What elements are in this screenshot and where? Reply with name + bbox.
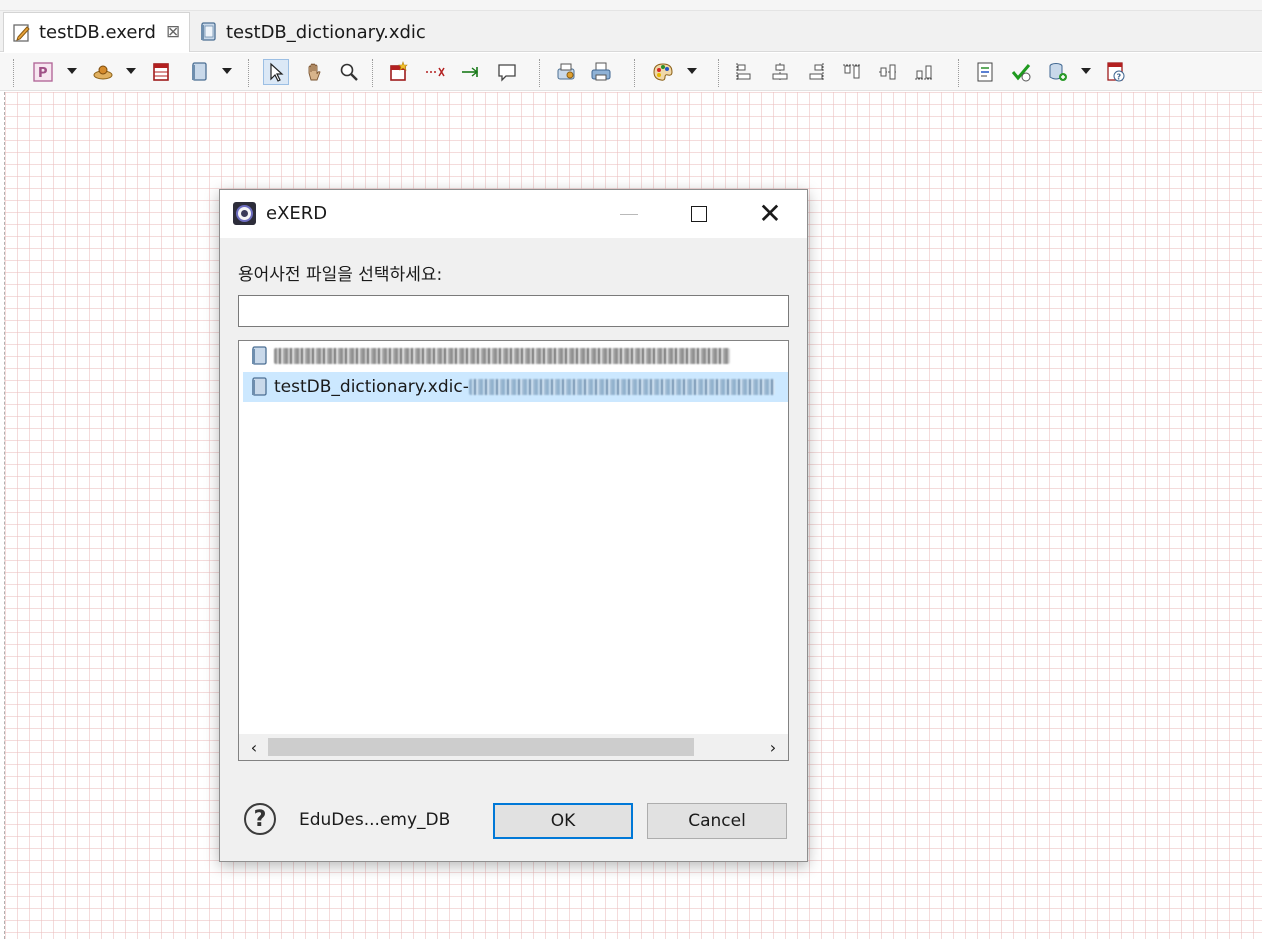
close-tab-icon[interactable]: ⊠ (166, 24, 180, 41)
toolbar-separator (634, 59, 635, 87)
redacted-path (274, 348, 730, 364)
list-item[interactable] (243, 341, 788, 371)
toolbar-separator (372, 59, 373, 87)
editor-tab-bar: testDB.exerd ⊠ testDB_dictionary.xdic (0, 0, 1262, 52)
tab-testdb-exerd[interactable]: testDB.exerd ⊠ (3, 12, 190, 52)
svg-text:P: P (38, 66, 48, 81)
dictionary-file-icon (199, 21, 219, 43)
list-item-name: testDB_dictionary.xdic (274, 377, 463, 397)
scroll-right-icon[interactable]: › (760, 734, 786, 760)
dialog-prompt: 용어사전 파일을 선택하세요: (238, 265, 443, 285)
scroll-left-icon[interactable]: ‹ (241, 734, 267, 760)
cancel-button[interactable]: Cancel (647, 803, 787, 839)
document-icon[interactable] (972, 59, 998, 85)
forward-engineer-icon[interactable] (1045, 59, 1071, 85)
toolbar-separator (958, 59, 959, 87)
erd-file-icon (12, 22, 32, 44)
align-middle-icon[interactable] (875, 59, 901, 85)
note-icon[interactable] (494, 59, 520, 85)
toolbar-separator (539, 59, 540, 87)
dropdown-arrow-icon[interactable] (687, 68, 697, 74)
new-table-icon[interactable] (386, 59, 412, 85)
toolbar-separator (13, 59, 14, 87)
scrollbar-thumb[interactable] (268, 738, 694, 756)
align-bottom-icon[interactable] (911, 59, 937, 85)
exerd-app-icon (232, 201, 257, 226)
tab-label: testDB_dictionary.xdic (226, 21, 426, 43)
maximize-icon (691, 206, 707, 222)
svg-text:?: ? (1117, 73, 1122, 82)
connection-icon[interactable] (90, 59, 116, 85)
color-palette-icon[interactable] (650, 59, 676, 85)
list-item-separator: - (462, 377, 469, 397)
dictionary-select-dialog: eXERD ✕ 용어사전 파일을 선택하세요: testDB_dictionar… (219, 189, 808, 862)
toolbar-separator (248, 59, 249, 87)
help-icon[interactable]: ? (244, 803, 276, 835)
property-icon[interactable]: P (30, 59, 56, 85)
identifying-relation-icon[interactable] (458, 59, 484, 85)
align-center-icon[interactable] (767, 59, 793, 85)
non-identifying-relation-icon[interactable] (422, 59, 448, 85)
redacted-path (468, 379, 775, 395)
help-doc-icon[interactable]: ? (1103, 59, 1129, 85)
validate-check-icon[interactable] (1008, 59, 1034, 85)
align-top-icon[interactable] (839, 59, 865, 85)
editor-toolbar: P ? (0, 53, 1262, 91)
align-left-icon[interactable] (731, 59, 757, 85)
dialog-title: eXERD (266, 203, 328, 224)
close-icon: ✕ (758, 197, 782, 230)
dictionary-icon[interactable] (186, 59, 212, 85)
minimize-icon (620, 213, 638, 215)
table-icon[interactable] (148, 59, 174, 85)
tab-testdb-dictionary[interactable]: testDB_dictionary.xdic (193, 12, 433, 52)
dropdown-arrow-icon[interactable] (67, 68, 77, 74)
tab-bar-top-strip (0, 0, 1262, 11)
close-button[interactable]: ✕ (735, 190, 805, 238)
dialog-titlebar[interactable]: eXERD ✕ (220, 190, 807, 238)
dictionary-file-icon (249, 376, 269, 398)
filter-input[interactable] (238, 295, 789, 327)
zoom-icon[interactable] (336, 59, 362, 85)
toolbar-separator (718, 59, 719, 87)
minimize-button[interactable] (594, 190, 664, 238)
dictionary-file-list[interactable]: testDB_dictionary.xdic - ‹ › (238, 340, 789, 761)
dropdown-arrow-icon[interactable] (1081, 68, 1091, 74)
ok-button[interactable]: OK (493, 803, 633, 839)
hand-pan-icon[interactable] (301, 59, 327, 85)
align-right-icon[interactable] (803, 59, 829, 85)
import-db-icon[interactable] (553, 59, 579, 85)
dropdown-arrow-icon[interactable] (222, 68, 232, 74)
dictionary-file-icon (249, 345, 269, 367)
maximize-button[interactable] (664, 190, 734, 238)
project-label: EduDes...emy_DB (299, 810, 451, 830)
print-icon[interactable] (588, 59, 614, 85)
tab-label: testDB.exerd (39, 22, 156, 43)
exerd-editor-window: testDB.exerd ⊠ testDB_dictionary.xdic P (0, 0, 1262, 939)
horizontal-scrollbar[interactable]: ‹ › (239, 734, 788, 760)
list-item-selected[interactable]: testDB_dictionary.xdic - (243, 372, 788, 402)
select-pointer-icon[interactable] (263, 59, 289, 85)
dropdown-arrow-icon[interactable] (126, 68, 136, 74)
